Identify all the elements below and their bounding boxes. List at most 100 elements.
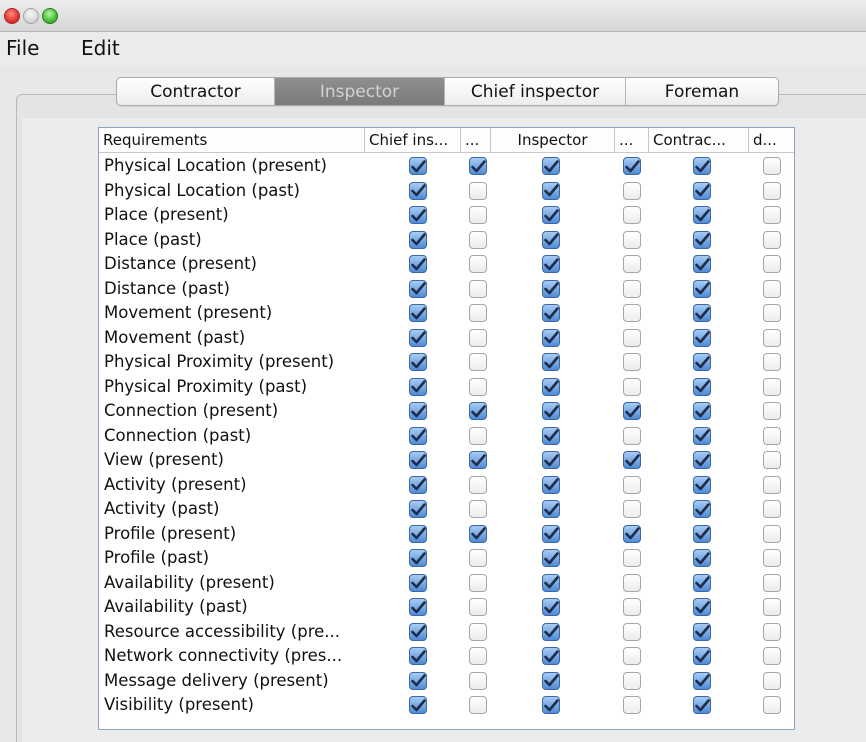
checkbox-chief-inspector-extra[interactable]: [469, 549, 487, 567]
checkbox-inspector-extra[interactable]: [623, 426, 641, 445]
checkbox-chief-inspector-extra[interactable]: [469, 304, 487, 322]
checkbox-chief-inspector[interactable]: [409, 255, 427, 273]
checkbox-inspector[interactable]: [542, 377, 560, 396]
checkbox-inspector[interactable]: [542, 671, 560, 690]
checkbox-d[interactable]: [763, 230, 781, 249]
checkbox-inspector-extra[interactable]: [623, 279, 641, 298]
checkbox-inspector[interactable]: [542, 304, 560, 322]
checkbox-inspector[interactable]: [542, 157, 560, 175]
checkbox-chief-inspector[interactable]: [409, 353, 427, 371]
checkbox-d[interactable]: [763, 402, 781, 420]
checkbox-d[interactable]: [763, 671, 781, 690]
checkbox-chief-inspector[interactable]: [409, 279, 427, 298]
checkbox-chief-inspector-extra[interactable]: [469, 696, 487, 714]
checkbox-chief-inspector[interactable]: [409, 451, 427, 469]
checkbox-inspector-extra[interactable]: [623, 255, 641, 273]
checkbox-inspector-extra[interactable]: [623, 647, 641, 665]
checkbox-chief-inspector-extra[interactable]: [469, 647, 487, 665]
checkbox-d[interactable]: [763, 206, 781, 224]
checkbox-d[interactable]: [763, 696, 781, 714]
checkbox-chief-inspector-extra[interactable]: [469, 279, 487, 298]
zoom-window-icon[interactable]: [42, 8, 58, 24]
checkbox-inspector[interactable]: [542, 622, 560, 641]
column-header-contractor[interactable]: Contrac...: [649, 128, 749, 152]
checkbox-inspector-extra[interactable]: [623, 696, 641, 714]
checkbox-chief-inspector-extra[interactable]: [469, 353, 487, 371]
tab-inspector[interactable]: Inspector: [275, 78, 445, 105]
checkbox-inspector-extra[interactable]: [623, 524, 641, 543]
checkbox-inspector[interactable]: [542, 549, 560, 567]
checkbox-inspector-extra[interactable]: [623, 671, 641, 690]
checkbox-contractor[interactable]: [693, 206, 711, 224]
checkbox-inspector-extra[interactable]: [623, 230, 641, 249]
column-header-requirements[interactable]: Requirements: [99, 128, 365, 152]
checkbox-chief-inspector[interactable]: [409, 328, 427, 347]
checkbox-inspector[interactable]: [542, 696, 560, 714]
checkbox-inspector-extra[interactable]: [623, 598, 641, 616]
checkbox-inspector-extra[interactable]: [623, 500, 641, 518]
checkbox-inspector-extra[interactable]: [623, 353, 641, 371]
checkbox-chief-inspector-extra[interactable]: [469, 598, 487, 616]
checkbox-d[interactable]: [763, 573, 781, 592]
checkbox-chief-inspector-extra[interactable]: [469, 622, 487, 641]
checkbox-chief-inspector-extra[interactable]: [469, 230, 487, 249]
checkbox-inspector[interactable]: [542, 230, 560, 249]
minimize-window-icon[interactable]: [23, 8, 39, 24]
checkbox-inspector[interactable]: [542, 451, 560, 469]
checkbox-inspector-extra[interactable]: [623, 475, 641, 494]
checkbox-inspector-extra[interactable]: [623, 181, 641, 200]
checkbox-contractor[interactable]: [693, 426, 711, 445]
checkbox-inspector[interactable]: [542, 598, 560, 616]
checkbox-contractor[interactable]: [693, 377, 711, 396]
checkbox-inspector-extra[interactable]: [623, 377, 641, 396]
checkbox-contractor[interactable]: [693, 230, 711, 249]
checkbox-chief-inspector[interactable]: [409, 598, 427, 616]
checkbox-d[interactable]: [763, 304, 781, 322]
checkbox-d[interactable]: [763, 549, 781, 567]
checkbox-inspector[interactable]: [542, 206, 560, 224]
checkbox-chief-inspector[interactable]: [409, 475, 427, 494]
checkbox-d[interactable]: [763, 328, 781, 347]
checkbox-contractor[interactable]: [693, 500, 711, 518]
checkbox-chief-inspector[interactable]: [409, 377, 427, 396]
checkbox-inspector[interactable]: [542, 255, 560, 273]
checkbox-d[interactable]: [763, 426, 781, 445]
checkbox-chief-inspector-extra[interactable]: [469, 206, 487, 224]
checkbox-d[interactable]: [763, 475, 781, 494]
checkbox-inspector-extra[interactable]: [623, 573, 641, 592]
checkbox-chief-inspector-extra[interactable]: [469, 500, 487, 518]
checkbox-chief-inspector[interactable]: [409, 157, 427, 175]
checkbox-chief-inspector-extra[interactable]: [469, 255, 487, 273]
checkbox-chief-inspector[interactable]: [409, 402, 427, 420]
checkbox-chief-inspector[interactable]: [409, 549, 427, 567]
checkbox-inspector-extra[interactable]: [623, 206, 641, 224]
column-header-chief-inspector[interactable]: Chief ins...: [365, 128, 461, 152]
column-header-d[interactable]: d...: [749, 128, 794, 152]
menu-file[interactable]: File: [6, 36, 39, 60]
checkbox-contractor[interactable]: [693, 475, 711, 494]
checkbox-chief-inspector-extra[interactable]: [469, 157, 487, 175]
menu-edit[interactable]: Edit: [81, 36, 120, 60]
checkbox-d[interactable]: [763, 500, 781, 518]
checkbox-chief-inspector[interactable]: [409, 500, 427, 518]
checkbox-d[interactable]: [763, 598, 781, 616]
checkbox-chief-inspector-extra[interactable]: [469, 426, 487, 445]
column-header-inspector[interactable]: Inspector: [491, 128, 615, 152]
checkbox-d[interactable]: [763, 451, 781, 469]
checkbox-inspector-extra[interactable]: [623, 402, 641, 420]
checkbox-chief-inspector[interactable]: [409, 573, 427, 592]
checkbox-chief-inspector[interactable]: [409, 671, 427, 690]
checkbox-chief-inspector-extra[interactable]: [469, 181, 487, 200]
checkbox-chief-inspector-extra[interactable]: [469, 671, 487, 690]
checkbox-chief-inspector-extra[interactable]: [469, 328, 487, 347]
column-header-chief-inspector-extra[interactable]: ...: [461, 128, 491, 152]
checkbox-d[interactable]: [763, 377, 781, 396]
checkbox-chief-inspector-extra[interactable]: [469, 524, 487, 543]
checkbox-chief-inspector-extra[interactable]: [469, 451, 487, 469]
tab-contractor[interactable]: Contractor: [117, 78, 275, 105]
checkbox-contractor[interactable]: [693, 451, 711, 469]
checkbox-contractor[interactable]: [693, 353, 711, 371]
checkbox-inspector[interactable]: [542, 500, 560, 518]
checkbox-contractor[interactable]: [693, 402, 711, 420]
checkbox-inspector[interactable]: [542, 181, 560, 200]
